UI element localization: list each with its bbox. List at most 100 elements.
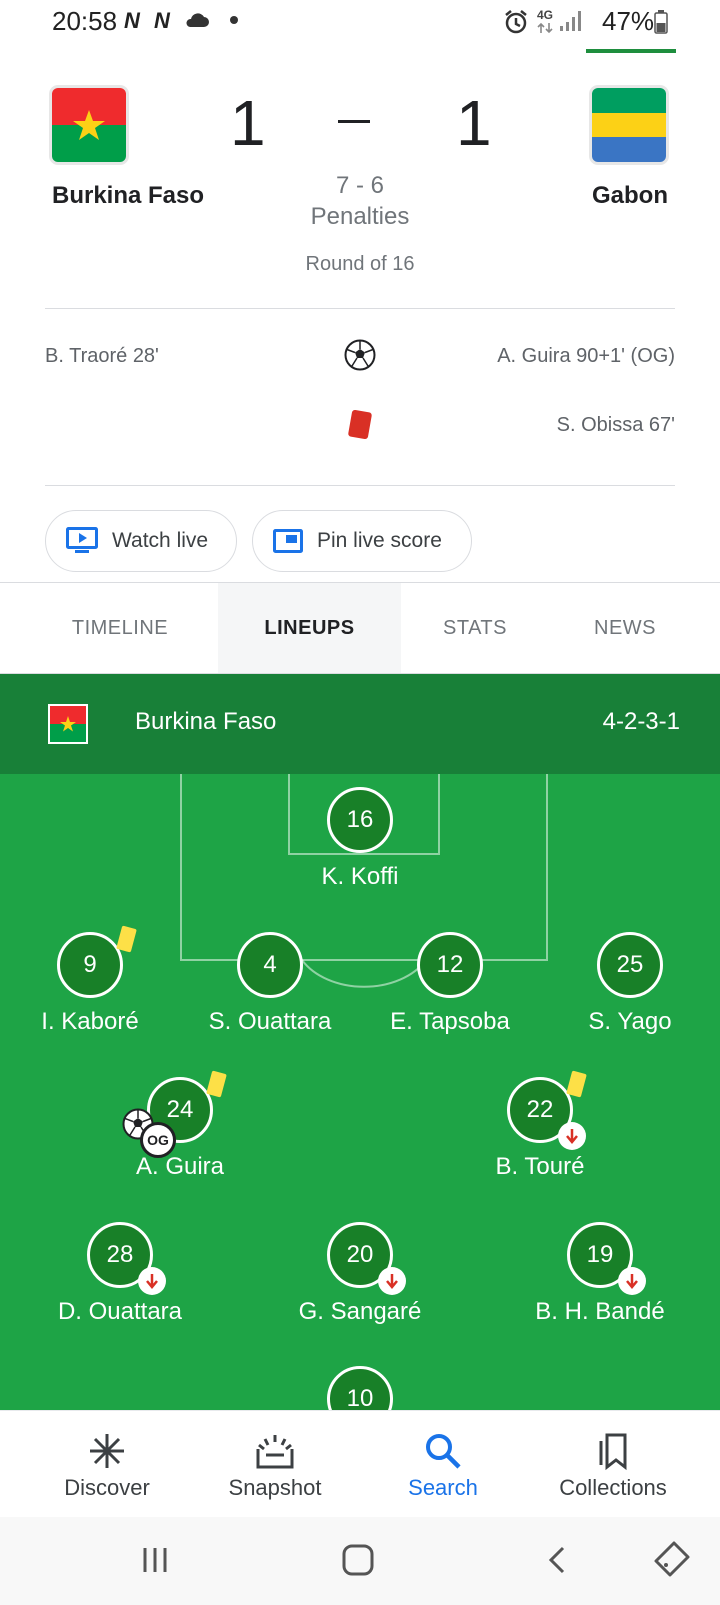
player-number-badge: 22 <box>507 1070 587 1150</box>
notification-n-icon: N <box>154 8 170 33</box>
penalties-score: 7 - 6 <box>335 172 385 199</box>
player-midfielder[interactable]: 22 B. Touré <box>450 1070 630 1181</box>
home-score: 1 <box>230 87 266 159</box>
player-name: G. Sangaré <box>298 1298 422 1325</box>
substitution-out-icon <box>558 1122 586 1150</box>
player-number-badge: 24 OG <box>122 1070 227 1158</box>
away-goal-event: A. Guira 90+1' (OG) <box>497 345 675 367</box>
player-name: B. Touré <box>495 1153 585 1180</box>
player-name: E. Tapsoba <box>390 1008 510 1035</box>
divider <box>45 485 675 486</box>
picture-in-picture-icon <box>273 529 303 553</box>
nav-label: Snapshot <box>228 1475 322 1500</box>
player-forward[interactable]: 10 <box>270 1366 450 1410</box>
player-number-badge: 9 <box>57 925 137 998</box>
tab-news[interactable]: NEWS <box>555 583 695 673</box>
substitution-out-icon <box>378 1267 406 1295</box>
snapshot-icon <box>256 1435 294 1469</box>
alarm-icon <box>505 10 527 34</box>
player-number-badge: 10 <box>327 1366 393 1410</box>
status-bar: 20:58 N N 4G 47% <box>0 0 720 46</box>
away-red-card-event: S. Obissa 67' <box>556 414 675 436</box>
player-defender[interactable]: 9 I. Kaboré <box>0 925 180 1036</box>
home-team-name[interactable]: Burkina Faso <box>52 182 204 210</box>
away-team-flag <box>592 88 666 162</box>
player-midfielder[interactable]: 28 D. Ouattara <box>30 1222 210 1326</box>
scroll-indicator <box>586 49 676 53</box>
asterisk-icon <box>90 1434 124 1468</box>
battery-percent: 47% <box>602 6 655 36</box>
player-number-badge: 20 <box>327 1222 406 1295</box>
own-goal-badge: OG <box>140 1122 176 1158</box>
player-defender[interactable]: 4 S. Ouattara <box>180 932 360 1036</box>
player-number-badge: 28 <box>87 1222 166 1295</box>
round-label: Round of 16 <box>305 253 415 275</box>
red-card-icon <box>347 409 373 440</box>
lineup-team-name: Burkina Faso <box>135 708 277 735</box>
player-defender[interactable]: 12 E. Tapsoba <box>360 932 540 1036</box>
nav-discover[interactable]: Discover <box>17 1411 197 1518</box>
bottom-navigation: Discover Snapshot Search Collections <box>0 1410 720 1517</box>
signal-icon <box>560 11 581 31</box>
player-name: A. Guira <box>135 1153 225 1180</box>
nav-label: Collections <box>559 1475 667 1500</box>
divider <box>45 308 675 309</box>
search-icon <box>426 1434 461 1469</box>
status-time: 20:58 <box>52 6 118 36</box>
player-midfielder[interactable]: 24 OG A. Guira <box>90 1070 270 1181</box>
rotate-screen-icon[interactable] <box>652 1539 692 1579</box>
recent-apps-icon[interactable] <box>140 1545 170 1575</box>
nav-label: Discover <box>64 1475 150 1500</box>
battery-icon <box>654 10 668 34</box>
lineup-formation: 4-2-3-1 <box>602 708 680 735</box>
player-midfielder[interactable]: 20 G. Sangaré <box>270 1222 450 1326</box>
system-navigation-bar <box>0 1517 720 1605</box>
watch-live-label: Watch live <box>112 529 209 552</box>
player-name: B. H. Bandé <box>535 1298 665 1325</box>
tab-stats[interactable]: STATS <box>400 583 550 673</box>
home-goal-event: B. Traoré 28' <box>45 345 159 367</box>
player-defender[interactable]: 25 S. Yago <box>540 932 720 1036</box>
data-arrows-icon <box>537 22 553 34</box>
player-number-badge: 4 <box>237 932 303 998</box>
collections-icon <box>599 1433 627 1471</box>
tv-play-icon <box>66 527 98 553</box>
substitution-out-icon <box>618 1267 646 1295</box>
player-name: K. Koffi <box>321 863 399 890</box>
player-number-badge: 12 <box>417 932 483 998</box>
watch-live-button[interactable]: Watch live <box>45 510 237 572</box>
network-type: 4G <box>537 8 554 22</box>
pitch: 16 K. Koffi 9 I. Kaboré 4 S. Ouattara 12… <box>0 774 720 1410</box>
nav-search[interactable]: Search <box>353 1411 533 1518</box>
penalties-label: Penalties <box>310 203 410 230</box>
cloud-icon <box>186 13 209 27</box>
pin-live-score-button[interactable]: Pin live score <box>252 510 472 572</box>
player-goalkeeper[interactable]: 16 K. Koffi <box>270 787 450 891</box>
nav-snapshot[interactable]: Snapshot <box>185 1411 365 1518</box>
lineup-header: Burkina Faso 4-2-3-1 <box>0 674 720 774</box>
away-score: 1 <box>456 87 492 159</box>
player-number-badge: 16 <box>327 787 393 853</box>
substitution-out-icon <box>138 1267 166 1295</box>
match-tabs: TIMELINE LINEUPS STATS NEWS <box>0 582 720 674</box>
player-name: S. Yago <box>588 1008 672 1035</box>
soccer-ball-icon <box>344 339 376 371</box>
score-separator <box>338 120 370 123</box>
player-number-badge: 19 <box>567 1222 646 1295</box>
player-midfielder[interactable]: 19 B. H. Bandé <box>510 1222 690 1326</box>
tab-lineups[interactable]: LINEUPS <box>218 583 401 673</box>
home-icon[interactable] <box>342 1544 374 1576</box>
nav-label: Search <box>408 1475 478 1500</box>
player-number-badge: 25 <box>597 932 663 998</box>
tab-timeline[interactable]: TIMELINE <box>30 583 210 673</box>
pin-live-score-label: Pin live score <box>317 529 442 552</box>
away-team-name[interactable]: Gabon <box>592 182 668 210</box>
player-name: I. Kaboré <box>41 1008 139 1035</box>
back-icon[interactable] <box>546 1545 568 1575</box>
player-name: D. Ouattara <box>57 1298 183 1325</box>
player-name: S. Ouattara <box>208 1008 332 1035</box>
home-team-flag <box>52 88 126 162</box>
notification-n-icon: N <box>124 8 140 33</box>
nav-collections[interactable]: Collections <box>523 1411 703 1518</box>
lineup-team-flag <box>48 704 88 744</box>
